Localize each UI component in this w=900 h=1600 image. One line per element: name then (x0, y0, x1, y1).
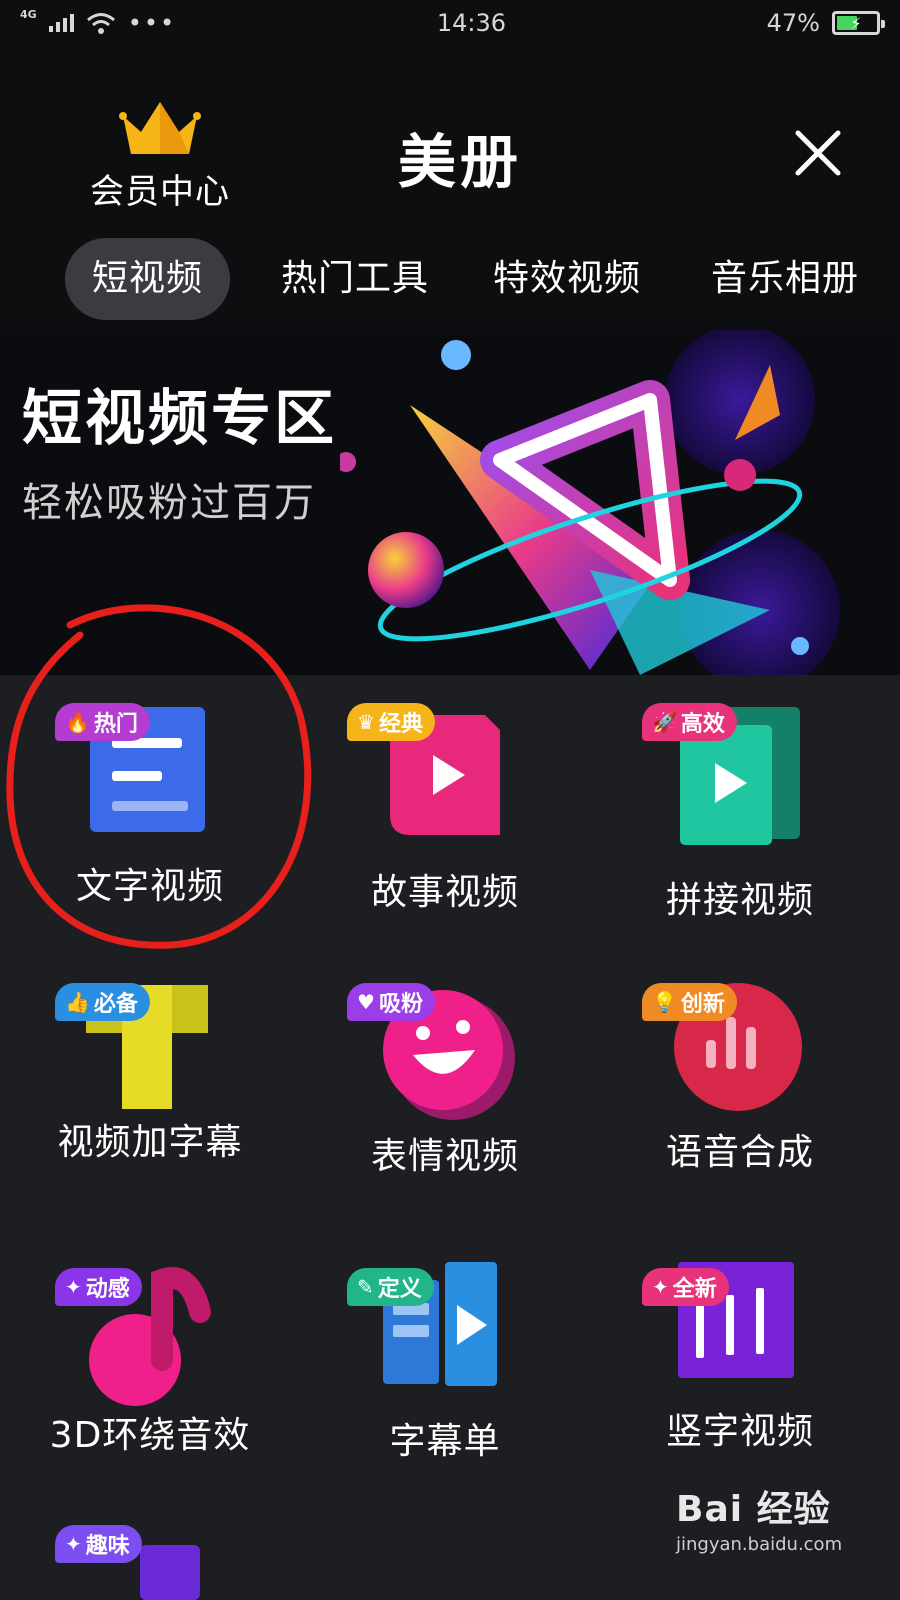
status-left: 4G ••• (20, 8, 177, 38)
watermark-url: jingyan.baidu.com (676, 1534, 843, 1555)
tool-video-subtitles[interactable]: 👍 必备 视频加字幕 (0, 955, 300, 1235)
tool-icon-area (295, 675, 595, 865)
badge-label: 高效 (680, 712, 725, 737)
tool-label: 表情视频 (370, 1136, 519, 1177)
crown-icon (119, 102, 201, 154)
promo-banner[interactable]: 短视频专区 轻松吸粉过百万 (0, 330, 900, 675)
battery-icon: ⚡ (831, 11, 885, 35)
tools-grid: 🔥 热门 文字视频 ♛ 经典 故事视频 🚀 高效 拼接视频 👍 必备 视频加字幕… (0, 675, 900, 1600)
efficient-badge: 🚀 高效 (642, 703, 737, 741)
clock: 14:36 (436, 9, 506, 37)
app-header: 会员中心 美册 (0, 90, 900, 213)
tool-emoji-video[interactable]: ♥ 吸粉 表情视频 (295, 955, 595, 1235)
badge-label: 趣味 (85, 1534, 130, 1559)
tab-hot-tools[interactable]: 热门工具 (270, 238, 440, 320)
tool-label: 拼接视频 (665, 880, 814, 921)
banner-illustration (340, 330, 840, 675)
sparkle-icon: ✦ (652, 1275, 669, 1299)
tool-label: 文字视频 (75, 866, 224, 907)
badge-label: 热门 (93, 712, 138, 737)
badge-label: 全新 (672, 1277, 717, 1302)
bulb-icon: 💡 (652, 990, 677, 1014)
new-badge: ✦ 全新 (642, 1268, 729, 1306)
wifi-icon (86, 13, 115, 34)
tab-effect-video[interactable]: 特效视频 (482, 238, 652, 320)
baidu-watermark: Bai 经验 jingyan.baidu.com (676, 1480, 886, 1555)
badge-label: 必备 (93, 992, 138, 1017)
essential-badge: 👍 必备 (55, 983, 150, 1021)
tool-icon-area (590, 675, 890, 865)
tool-label: 故事视频 (370, 872, 519, 913)
tool-caption-list[interactable]: ✎ 定义 字幕单 (295, 1240, 595, 1520)
badge-label: 动感 (85, 1277, 130, 1302)
status-right: 47% ⚡ (766, 9, 885, 37)
tool-speech-synthesis[interactable]: 💡 创新 语音合成 (590, 955, 890, 1235)
tool-label: 语音合成 (665, 1132, 814, 1173)
innovative-badge: 💡 创新 (642, 983, 737, 1021)
rocket-icon: 🚀 (652, 710, 677, 734)
fun-badge: ✦ 趣味 (55, 1525, 142, 1563)
tool-icon-area (590, 955, 890, 1145)
tool-icon-area (295, 1240, 595, 1430)
app-logo: 美册 (397, 128, 522, 196)
banner-title: 短视频专区 (22, 384, 337, 454)
heart-icon: ♥ (357, 990, 375, 1014)
badge-label: 吸粉 (378, 992, 423, 1017)
hot-badge: 🔥 热门 (55, 703, 150, 741)
crown-icon: ♛ (357, 710, 375, 734)
signal-icon (48, 14, 74, 32)
tool-label: 字幕单 (389, 1421, 501, 1462)
tool-label: 视频加字幕 (57, 1122, 243, 1163)
fire-icon: 🔥 (65, 710, 90, 734)
dynamic-badge: ✦ 动感 (55, 1268, 142, 1306)
charging-icon: ⚡ (850, 13, 862, 33)
tool-icon-area (295, 955, 595, 1145)
badge-label: 定义 (377, 1277, 422, 1302)
tool-story-video[interactable]: ♛ 经典 故事视频 (295, 675, 595, 955)
tool-splice-video[interactable]: 🚀 高效 拼接视频 (590, 675, 890, 955)
banner-subtitle: 轻松吸粉过百万 (22, 480, 316, 526)
tool-label: 3D环绕音效 (49, 1415, 251, 1456)
tool-label: 竖字视频 (665, 1411, 814, 1452)
tool-vertical-text-video[interactable]: ✦ 全新 竖字视频 (590, 1240, 890, 1520)
category-tabs: 短视频 热门工具 特效视频 音乐相册 (0, 238, 900, 320)
more-dots: ••• (127, 9, 177, 37)
battery-percent: 47% (766, 9, 820, 37)
tool-icon-area (0, 1497, 300, 1600)
sparkle-icon: ✦ (65, 1275, 82, 1299)
fans-badge: ♥ 吸粉 (347, 983, 435, 1021)
pencil-icon: ✎ (357, 1275, 374, 1299)
tool-3d-surround[interactable]: ✦ 动感 3D环绕音效 (0, 1240, 300, 1520)
vip-center-label: 会员中心 (90, 172, 230, 212)
tab-music-album[interactable]: 音乐相册 (695, 238, 875, 320)
vip-center-button[interactable]: 会员中心 (80, 98, 240, 213)
badge-label: 经典 (378, 712, 423, 737)
tool-icon-area (0, 675, 300, 865)
define-badge: ✎ 定义 (347, 1268, 434, 1306)
status-bar: 4G ••• 14:36 47% ⚡ (0, 0, 900, 46)
thumb-icon: 👍 (65, 990, 90, 1014)
watermark-logo: Bai 经验 (676, 1489, 831, 1530)
tool-text-video[interactable]: 🔥 热门 文字视频 (0, 675, 300, 955)
sparkle-icon: ✦ (65, 1532, 82, 1556)
classic-badge: ♛ 经典 (347, 703, 435, 741)
network-type: 4G (20, 8, 37, 21)
tool-icon-area (0, 1240, 300, 1430)
tab-short-video[interactable]: 短视频 (65, 238, 230, 320)
close-icon[interactable] (790, 125, 846, 181)
tool-fun[interactable]: ✦ 趣味 (0, 1497, 300, 1600)
badge-label: 创新 (680, 992, 725, 1017)
